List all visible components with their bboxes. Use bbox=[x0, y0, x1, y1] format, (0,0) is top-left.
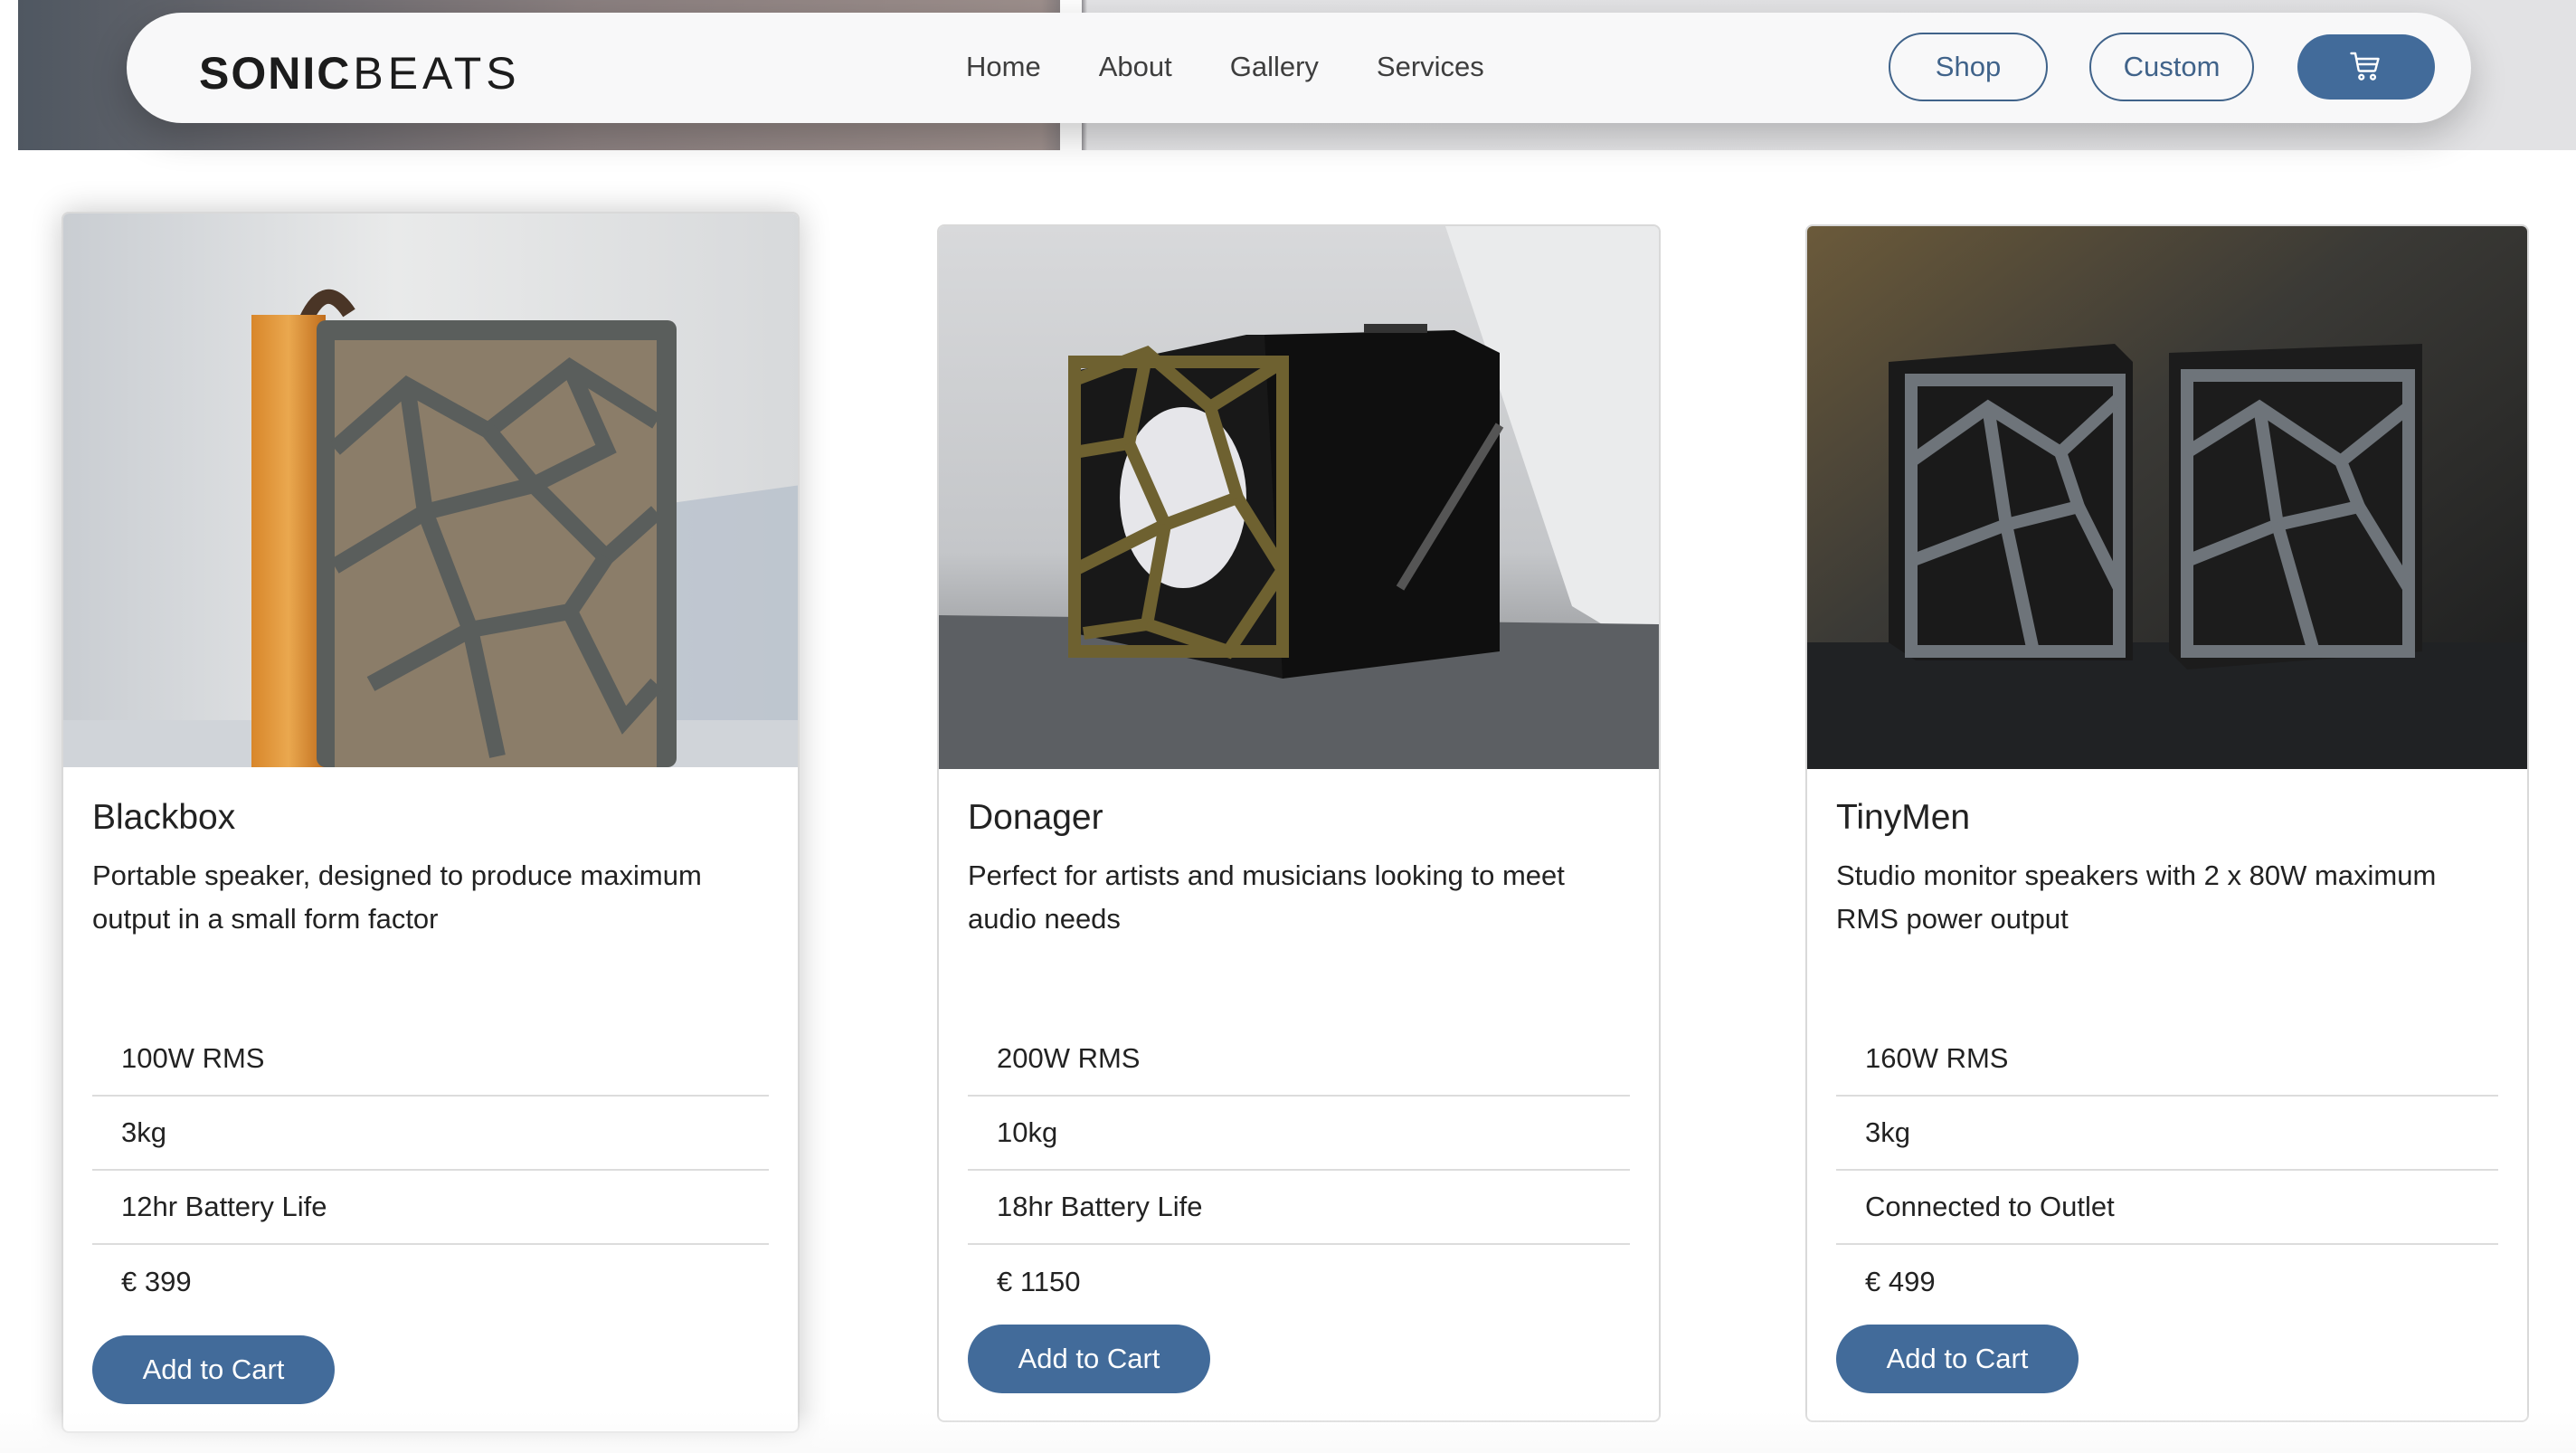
product-description: Perfect for artists and musicians lookin… bbox=[968, 859, 1565, 935]
product-image-blackbox[interactable] bbox=[63, 214, 798, 767]
product-title: Donager bbox=[968, 798, 1103, 837]
spec-weight: 10kg bbox=[968, 1097, 1630, 1171]
nav-links: Home About Gallery Services bbox=[966, 51, 1513, 83]
product-image-donager[interactable] bbox=[939, 226, 1659, 769]
product-title: TinyMen bbox=[1836, 798, 1971, 837]
logo-text-sonic: SONIC bbox=[199, 48, 352, 99]
spec-power: 200W RMS bbox=[968, 1022, 1630, 1097]
spec-list: 100W RMS 3kg 12hr Battery Life € 399 bbox=[92, 1022, 769, 1319]
cart-button[interactable] bbox=[2297, 34, 2435, 100]
product-description: Studio monitor speakers with 2 x 80W max… bbox=[1836, 859, 2437, 935]
spec-list: 200W RMS 10kg 18hr Battery Life € 1150 bbox=[968, 1022, 1630, 1319]
speaker-photo bbox=[1807, 226, 2527, 769]
add-to-cart-button[interactable]: Add to Cart bbox=[92, 1335, 335, 1404]
product-card-donager: Donager Perfect for artists and musician… bbox=[937, 224, 1661, 1422]
add-to-cart-button[interactable]: Add to Cart bbox=[968, 1325, 1210, 1393]
spec-price: € 499 bbox=[1865, 1266, 1936, 1297]
spec-power: 160W RMS bbox=[1836, 1022, 2498, 1097]
nav-gallery[interactable]: Gallery bbox=[1201, 51, 1348, 83]
spec-battery: 12hr Battery Life bbox=[92, 1171, 769, 1245]
add-to-cart-button[interactable]: Add to Cart bbox=[1836, 1325, 2079, 1393]
product-card-tinymen: TinyMen Studio monitor speakers with 2 x… bbox=[1805, 224, 2529, 1422]
speaker-photo bbox=[939, 226, 1659, 769]
spec-power-source: Connected to Outlet bbox=[1836, 1171, 2498, 1245]
spec-battery: 18hr Battery Life bbox=[968, 1171, 1630, 1245]
product-image-tinymen[interactable] bbox=[1807, 226, 2527, 769]
spec-weight: 3kg bbox=[1836, 1097, 2498, 1171]
navbar: SONIC BEATS Home About Gallery Services S… bbox=[127, 13, 2471, 123]
spec-weight: 3kg bbox=[92, 1097, 769, 1171]
card-body: Blackbox Portable speaker, designed to p… bbox=[92, 798, 769, 941]
logo-text-beats: BEATS bbox=[353, 48, 521, 99]
product-description: Portable speaker, designed to produce ma… bbox=[92, 859, 702, 935]
spec-price: € 1150 bbox=[997, 1266, 1081, 1297]
nav-about[interactable]: About bbox=[1070, 51, 1201, 83]
spec-list: 160W RMS 3kg Connected to Outlet € 499 bbox=[1836, 1022, 2498, 1319]
product-card-blackbox: Blackbox Portable speaker, designed to p… bbox=[62, 212, 800, 1433]
speaker-photo bbox=[63, 214, 798, 767]
nav-home[interactable]: Home bbox=[966, 51, 1070, 83]
page-fade bbox=[0, 1411, 2576, 1453]
card-body: Donager Perfect for artists and musician… bbox=[968, 798, 1630, 941]
card-body: TinyMen Studio monitor speakers with 2 x… bbox=[1836, 798, 2498, 941]
cart-icon bbox=[2350, 52, 2380, 81]
nav-services[interactable]: Services bbox=[1348, 51, 1513, 83]
product-title: Blackbox bbox=[92, 798, 236, 837]
spec-power: 100W RMS bbox=[92, 1022, 769, 1097]
spec-price: € 399 bbox=[121, 1266, 192, 1297]
shop-button[interactable]: Shop bbox=[1889, 33, 2048, 101]
brand-logo[interactable]: SONIC BEATS bbox=[199, 47, 521, 100]
custom-button[interactable]: Custom bbox=[2089, 33, 2254, 101]
